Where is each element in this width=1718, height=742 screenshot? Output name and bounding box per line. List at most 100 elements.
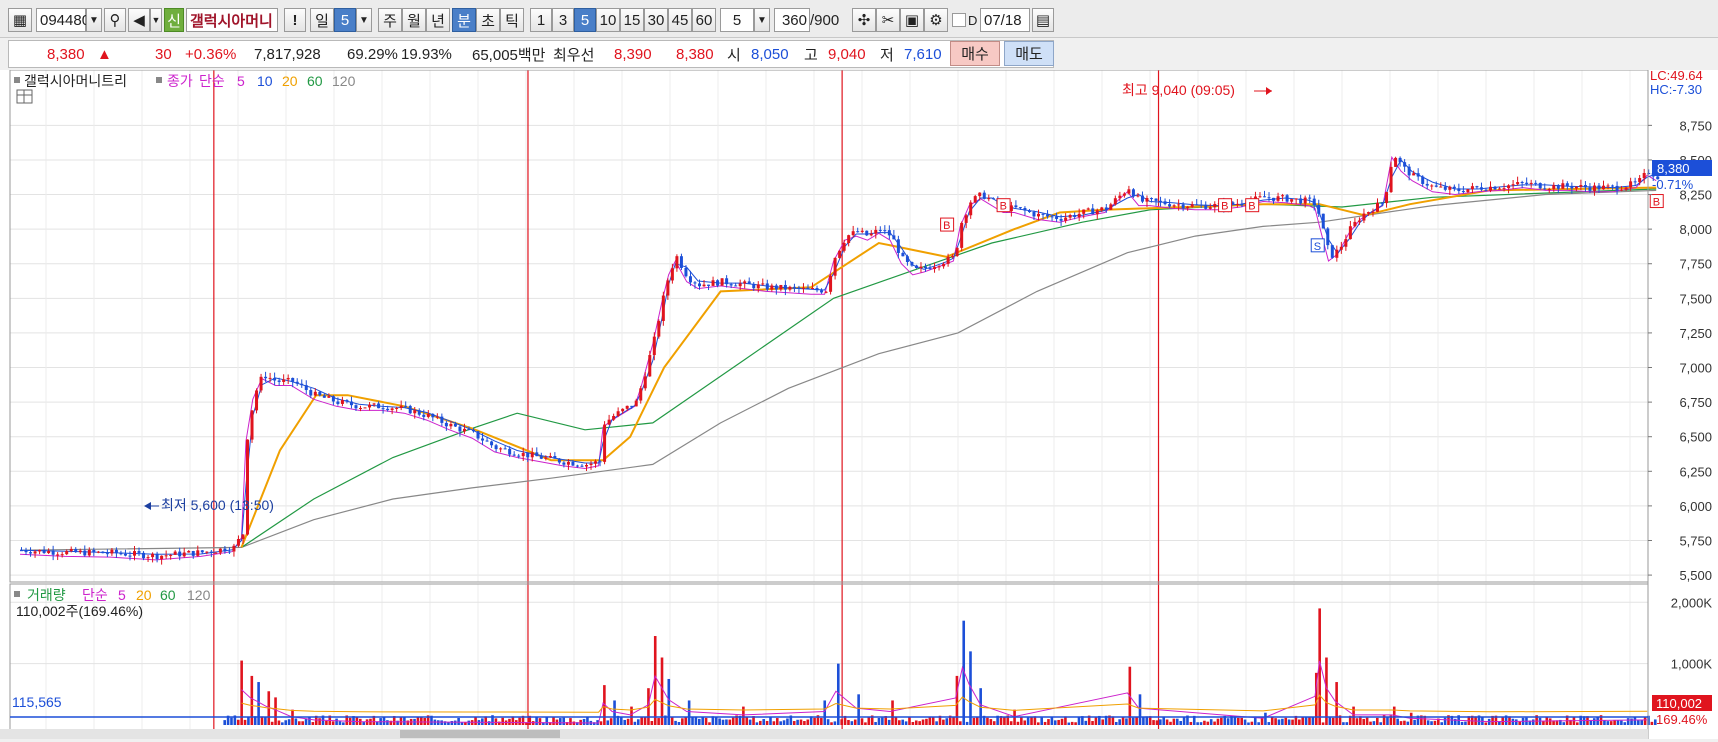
- candle-body: [1064, 217, 1068, 221]
- stock-code-input[interactable]: 094480: [36, 8, 90, 32]
- candle-body: [1498, 188, 1502, 190]
- candle-body: [1281, 195, 1285, 197]
- candle-body: [449, 423, 453, 427]
- menu-icon[interactable]: ▦: [8, 8, 32, 32]
- volume-bar: [453, 720, 457, 725]
- volume-bar: [1396, 718, 1399, 725]
- period-year-button[interactable]: 년: [426, 8, 450, 32]
- date-input[interactable]: 07/18: [980, 8, 1030, 32]
- candle-body: [643, 376, 647, 389]
- interval-select[interactable]: 5: [720, 8, 754, 32]
- candle-body: [1389, 166, 1393, 193]
- volume-bar: [416, 717, 420, 725]
- volume-bar: [708, 722, 711, 725]
- speaker-dropdown-icon[interactable]: ▼: [150, 8, 162, 32]
- interval-45-button[interactable]: 45: [668, 8, 692, 32]
- day-count-select[interactable]: 5: [334, 8, 356, 32]
- period-second-button[interactable]: 초: [476, 8, 500, 32]
- signal-label: B: [1221, 201, 1228, 213]
- interval-3-button[interactable]: 3: [552, 8, 574, 32]
- volume-bar: [1433, 720, 1437, 725]
- scrollbar-thumb[interactable]: [400, 730, 560, 738]
- count-input[interactable]: 360: [774, 8, 810, 32]
- candle-body: [377, 403, 381, 409]
- volume-bar: [1250, 721, 1254, 725]
- crosshair-icon[interactable]: ✣: [852, 8, 876, 32]
- interval-15-button[interactable]: 15: [620, 8, 644, 32]
- chart-area[interactable]: BBBBSB 갤럭시아머니트리 종가 단순 5 10 20 60 120 LC:…: [0, 68, 1718, 740]
- interval-10-button[interactable]: 10: [596, 8, 620, 32]
- volume-legend-method: 단순: [82, 587, 108, 603]
- horizontal-scrollbar[interactable]: [0, 729, 1648, 739]
- candle-body: [1018, 207, 1022, 209]
- interval-30-button[interactable]: 30: [644, 8, 668, 32]
- volume-bar: [1331, 717, 1335, 725]
- candle-body: [390, 408, 394, 411]
- tools-icon[interactable]: ✂: [876, 8, 900, 32]
- search-icon[interactable]: ⚲: [104, 8, 126, 32]
- low-label: 저: [880, 46, 894, 64]
- volume-bar: [1142, 717, 1145, 725]
- candle-body: [1195, 204, 1199, 206]
- alert-button[interactable]: !: [284, 8, 306, 32]
- gear-icon[interactable]: ⚙: [924, 8, 948, 32]
- candle-body: [1159, 200, 1163, 202]
- volume-bar: [331, 721, 335, 725]
- volume-left-value: 115,565: [12, 694, 62, 710]
- save-icon[interactable]: ▣: [900, 8, 924, 32]
- period-day-button[interactable]: 일: [310, 8, 334, 32]
- period-minute-button[interactable]: 분: [452, 8, 476, 32]
- candle-body: [1308, 197, 1312, 199]
- candle-body: [1095, 210, 1099, 215]
- sell-button[interactable]: 매도: [1004, 41, 1054, 66]
- candle-body: [1140, 195, 1144, 202]
- volume-bar: [1464, 721, 1467, 725]
- period-month-button[interactable]: 월: [402, 8, 426, 32]
- candle-body: [535, 452, 539, 457]
- day-dropdown-icon[interactable]: ▼: [356, 8, 372, 32]
- interval-1-button[interactable]: 1: [530, 8, 552, 32]
- price-tick-label: 8,000: [1679, 222, 1712, 237]
- candle-body: [693, 282, 697, 284]
- volume-bar: [1650, 721, 1654, 725]
- calendar-icon[interactable]: ▤: [1032, 8, 1054, 32]
- candle-body: [345, 400, 349, 402]
- candle-body: [1380, 202, 1384, 204]
- candle-body: [1190, 204, 1194, 207]
- stock-name-field[interactable]: 갤럭시아머니: [186, 8, 278, 32]
- volume-bar: [786, 718, 789, 725]
- candle-body: [1276, 196, 1280, 201]
- date-checkbox[interactable]: [952, 13, 966, 27]
- period-week-button[interactable]: 주: [378, 8, 402, 32]
- candle-body: [937, 266, 941, 268]
- chart-svg[interactable]: BB B BSB 갤럭시아머니트리 종가 단순 5 10 20 60 120 LC:…: [0, 68, 1718, 740]
- volume-bar: [599, 721, 603, 725]
- volume-ratio-1: 69.29%: [347, 45, 398, 63]
- candle-body: [630, 405, 634, 407]
- buy-button[interactable]: 매수: [950, 41, 1000, 66]
- volume-bar: [1623, 722, 1627, 725]
- speaker-icon[interactable]: ◀: [128, 8, 150, 32]
- interval-dropdown-icon[interactable]: ▼: [754, 8, 770, 32]
- candle-body: [1068, 215, 1072, 218]
- volume-bar: [1243, 719, 1247, 725]
- volume-bar: [274, 697, 277, 725]
- interval-5-button[interactable]: 5: [574, 8, 596, 32]
- code-dropdown-icon[interactable]: ▼: [86, 8, 102, 32]
- volume-bar: [460, 722, 464, 725]
- volume-bar: [606, 720, 610, 725]
- volume-bar: [745, 717, 749, 725]
- candle-body: [1574, 186, 1578, 189]
- candle-body: [539, 456, 543, 459]
- volume-bar: [704, 717, 708, 725]
- candle-body: [1511, 184, 1515, 186]
- period-tick-button[interactable]: 틱: [500, 8, 524, 32]
- interval-60-button[interactable]: 60: [692, 8, 716, 32]
- candle-body: [200, 550, 204, 553]
- volume-bar: [1175, 718, 1179, 725]
- volume-bar: [691, 716, 694, 725]
- volume-bar: [1084, 720, 1088, 725]
- candle-body: [1344, 239, 1348, 247]
- sell-label: 매도: [1015, 46, 1043, 63]
- up-arrow-icon: ▲: [97, 45, 112, 63]
